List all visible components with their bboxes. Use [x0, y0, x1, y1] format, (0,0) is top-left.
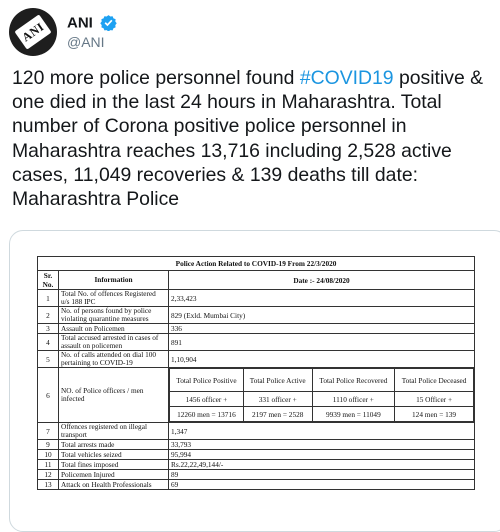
positive-men: 12260 men = 13716: [169, 406, 244, 422]
table-row: 11 Total fines imposed Rs.22,22,49,144/-: [37, 459, 475, 470]
row-value: 95,994: [168, 449, 475, 460]
row-info: No. of calls attended on dial 100 pertai…: [58, 350, 169, 368]
row-sr: 5: [37, 350, 59, 368]
infected-row: 6 NO. of Police officers / men infected …: [37, 367, 475, 423]
verified-badge-icon: [100, 15, 118, 32]
active-header: Total Police Active: [242, 368, 313, 392]
col-sr-header: Sr. No.: [37, 270, 59, 290]
row-value: 829 (Exld. Mumbai City): [168, 306, 475, 324]
row-info: Assault on Policemen: [58, 323, 169, 334]
recovered-header: Total Police Recovered: [311, 368, 396, 392]
author-name-row: ANI: [67, 14, 118, 32]
row-value: 1,10,904: [168, 350, 475, 368]
row-info: Total accused arrested in cases of assau…: [58, 333, 169, 351]
report-title: Police Action Related to COVID-19 From 2…: [37, 256, 475, 271]
row-info: No. of persons found by police violating…: [58, 306, 169, 324]
active-men: 2197 men = 2528: [242, 406, 313, 422]
table-row: 7 Offences registered on illegal transpo…: [37, 422, 475, 440]
infected-breakdown-cell: Total Police Positive Total Police Activ…: [168, 367, 475, 423]
deceased-men: 124 men = 139: [394, 406, 474, 422]
row-info: Total fines imposed: [58, 459, 169, 470]
positive-officers: 1456 officer +: [169, 391, 244, 407]
row-info: NO. of Police officers / men infected: [58, 367, 169, 423]
table-row: 5 No. of calls attended on dial 100 pert…: [37, 350, 475, 368]
table-row: 1 Total No. of offences Registered u/s 1…: [37, 289, 475, 307]
table-row: 10 Total vehicles seized 95,994: [37, 449, 475, 460]
row-sr: 7: [37, 422, 59, 440]
row-info: Attack on Health Professionals: [58, 479, 169, 490]
table-row: 13 Attack on Health Professionals 69: [37, 479, 475, 490]
tweet-text-start: 120 more police personnel found: [12, 67, 300, 89]
row-info: Offences registered on illegal transport: [58, 422, 169, 440]
table-row: 9 Total arrests made 33,793: [37, 439, 475, 450]
row-sr: 1: [37, 289, 59, 307]
row-info: Total No. of offences Registered u/s 188…: [58, 289, 169, 307]
active-officers: 331 officer +: [242, 391, 313, 407]
row-sr: 10: [37, 449, 59, 460]
author-handle[interactable]: @ANI: [67, 34, 105, 50]
avatar[interactable]: ANI: [9, 8, 57, 56]
ani-logo: ANI: [14, 14, 52, 50]
table-row: 12 Policemen Injured 89: [37, 469, 475, 480]
deceased-header: Total Police Deceased: [394, 368, 474, 392]
row-sr: 9: [37, 439, 59, 450]
row-value: 891: [168, 333, 475, 351]
row-value: 89: [168, 469, 475, 480]
row-info: Total vehicles seized: [58, 449, 169, 460]
tweet-header: ANI ANI @ANI: [9, 8, 489, 56]
deceased-officers: 15 Officer +: [394, 391, 474, 407]
row-sr: 2: [37, 306, 59, 324]
row-info: Total arrests made: [58, 439, 169, 450]
author-display-name[interactable]: ANI: [67, 14, 93, 31]
infected-breakdown-table: Total Police Positive Total Police Activ…: [169, 368, 474, 422]
row-sr: 13: [37, 479, 59, 490]
row-value: 1,347: [168, 422, 475, 440]
row-sr: 6: [37, 367, 59, 423]
row-value: 33,793: [168, 439, 475, 450]
row-value: 336: [168, 323, 475, 334]
hashtag-link[interactable]: #COVID19: [300, 67, 394, 89]
row-sr: 12: [37, 469, 59, 480]
row-value: Rs.22,22,49,144/-: [168, 459, 475, 470]
col-info-header: Information: [58, 270, 169, 290]
row-sr: 11: [37, 459, 59, 470]
row-sr: 4: [37, 333, 59, 351]
row-info: Policemen Injured: [58, 469, 169, 480]
table-row: 2 No. of persons found by police violati…: [37, 306, 475, 324]
recovered-officers: 1110 officer +: [311, 391, 396, 407]
tweet-text: 120 more police personnel found #COVID19…: [12, 66, 498, 211]
attached-image[interactable]: Police Action Related to COVID-19 From 2…: [9, 230, 500, 532]
row-value: 69: [168, 479, 475, 490]
police-report-table: Police Action Related to COVID-19 From 2…: [37, 256, 475, 490]
table-row: 4 Total accused arrested in cases of ass…: [37, 333, 475, 351]
row-value: 2,33,423: [168, 289, 475, 307]
col-date-header: Date :- 24/08/2020: [168, 270, 475, 290]
positive-header: Total Police Positive: [169, 368, 244, 392]
table-row: 3 Assault on Policemen 336: [37, 323, 475, 334]
recovered-men: 9939 men = 11049: [311, 406, 396, 422]
row-sr: 3: [37, 323, 59, 334]
